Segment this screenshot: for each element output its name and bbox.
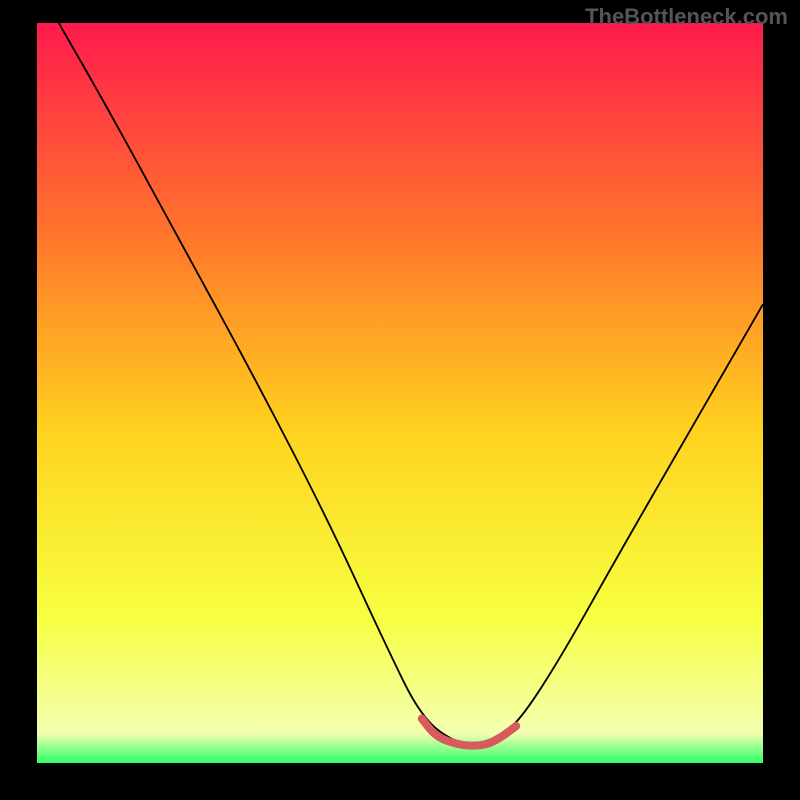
plot-area xyxy=(37,23,763,763)
watermark-text: TheBottleneck.com xyxy=(585,4,788,30)
chart-curve xyxy=(37,23,763,763)
chart-container: TheBottleneck.com xyxy=(0,0,800,800)
